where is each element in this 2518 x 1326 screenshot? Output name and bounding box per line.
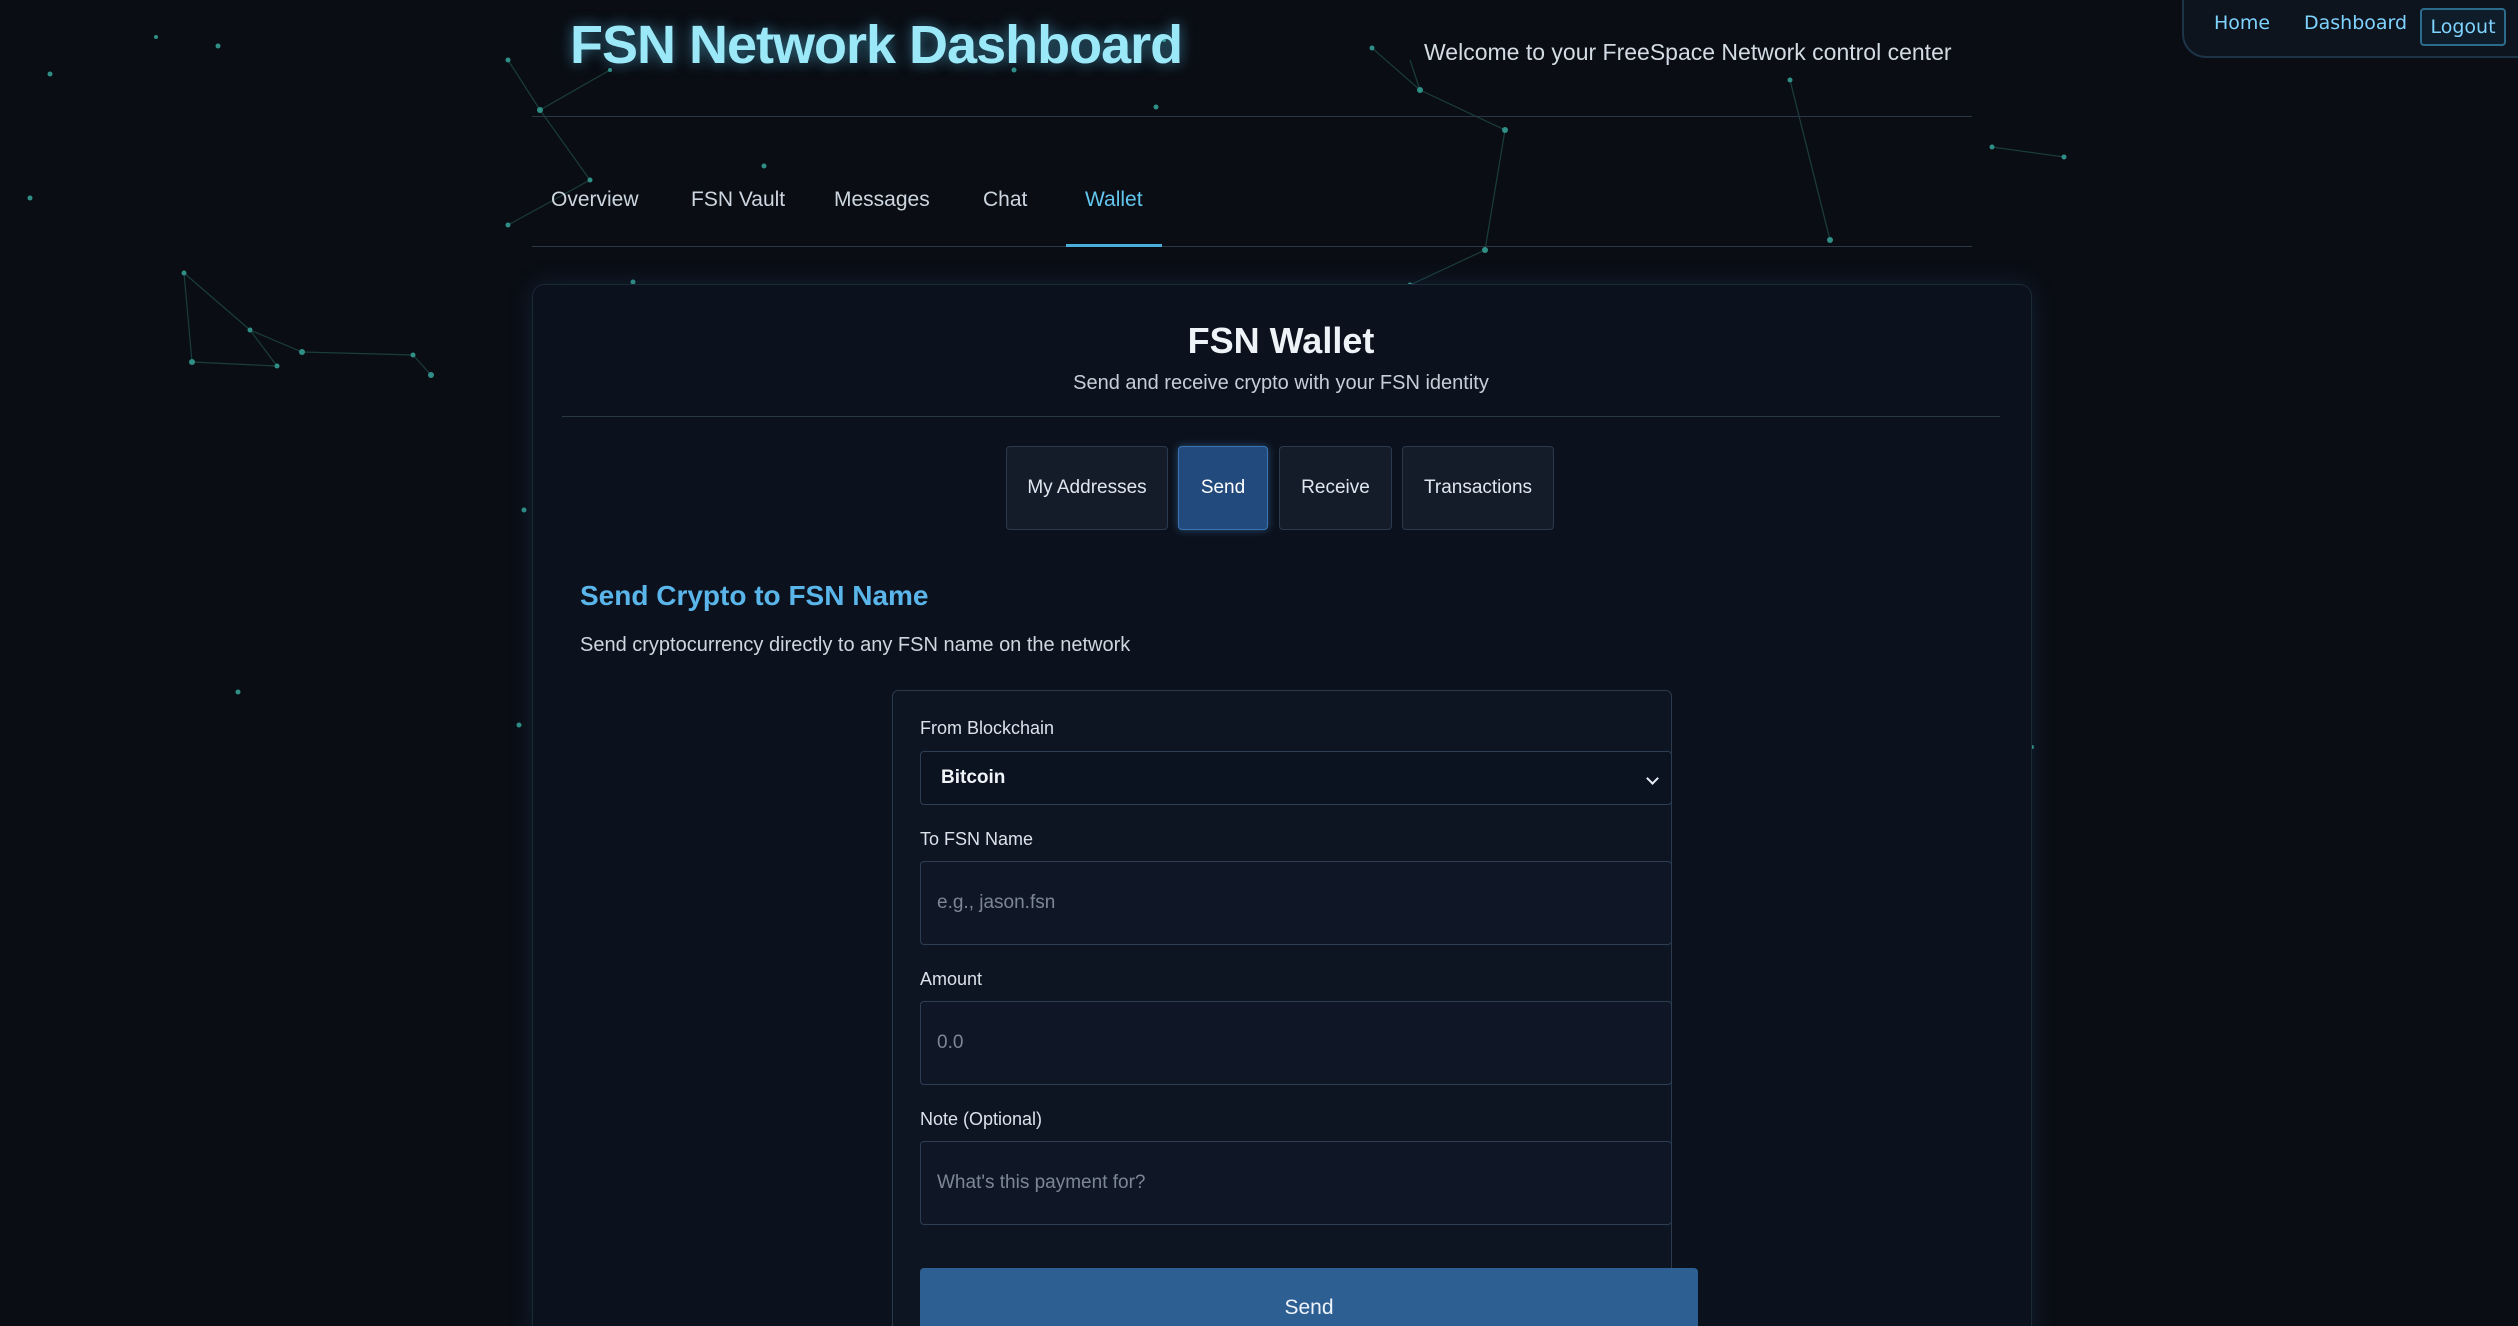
blockchain-select[interactable]: Bitcoin (920, 751, 1672, 805)
subtab-transactions[interactable]: Transactions (1402, 446, 1554, 530)
wallet-title: FSN Wallet (1187, 320, 1375, 361)
wallet-divider (562, 416, 2000, 417)
blockchain-selected-value: Bitcoin (941, 767, 1006, 788)
nav-dashboard-link[interactable]: Dashboard (2304, 12, 2407, 34)
tab-overview[interactable]: Overview (551, 188, 639, 212)
amount-label: Amount (920, 969, 983, 989)
blockchain-label: From Blockchain (920, 718, 1055, 738)
to-fsn-name-input[interactable] (920, 861, 1672, 945)
to-fsn-name-label: To FSN Name (920, 829, 1034, 849)
subtab-receive[interactable]: Receive (1279, 446, 1392, 530)
page-title: FSN Network Dashboard (570, 15, 1183, 75)
chevron-down-icon (1646, 772, 1659, 785)
tab-fsn-vault[interactable]: FSN Vault (691, 188, 785, 212)
note-label: Note (Optional) (920, 1109, 1043, 1129)
tab-wallet[interactable]: Wallet (1085, 188, 1143, 212)
amount-input[interactable] (920, 1001, 1672, 1085)
wallet-subtitle: Send and receive crypto with your FSN id… (1073, 372, 1489, 394)
top-nav: Home Dashboard Logout (2182, 0, 2518, 58)
note-input[interactable] (920, 1141, 1672, 1225)
welcome-text: Welcome to your FreeSpace Network contro… (1424, 39, 1952, 65)
header-divider (532, 116, 1972, 117)
subtab-my-addresses[interactable]: My Addresses (1006, 446, 1168, 530)
logout-button[interactable]: Logout (2420, 8, 2506, 46)
send-button[interactable]: Send (920, 1268, 1698, 1326)
subtab-send[interactable]: Send (1178, 446, 1268, 530)
tabs-divider (532, 246, 1972, 247)
tab-chat[interactable]: Chat (983, 188, 1027, 212)
nav-home-link[interactable]: Home (2214, 12, 2270, 34)
send-section-title: Send Crypto to FSN Name (580, 580, 929, 611)
send-section-subtitle: Send cryptocurrency directly to any FSN … (580, 634, 1131, 656)
tab-messages[interactable]: Messages (834, 188, 930, 212)
active-tab-indicator (1066, 244, 1162, 247)
